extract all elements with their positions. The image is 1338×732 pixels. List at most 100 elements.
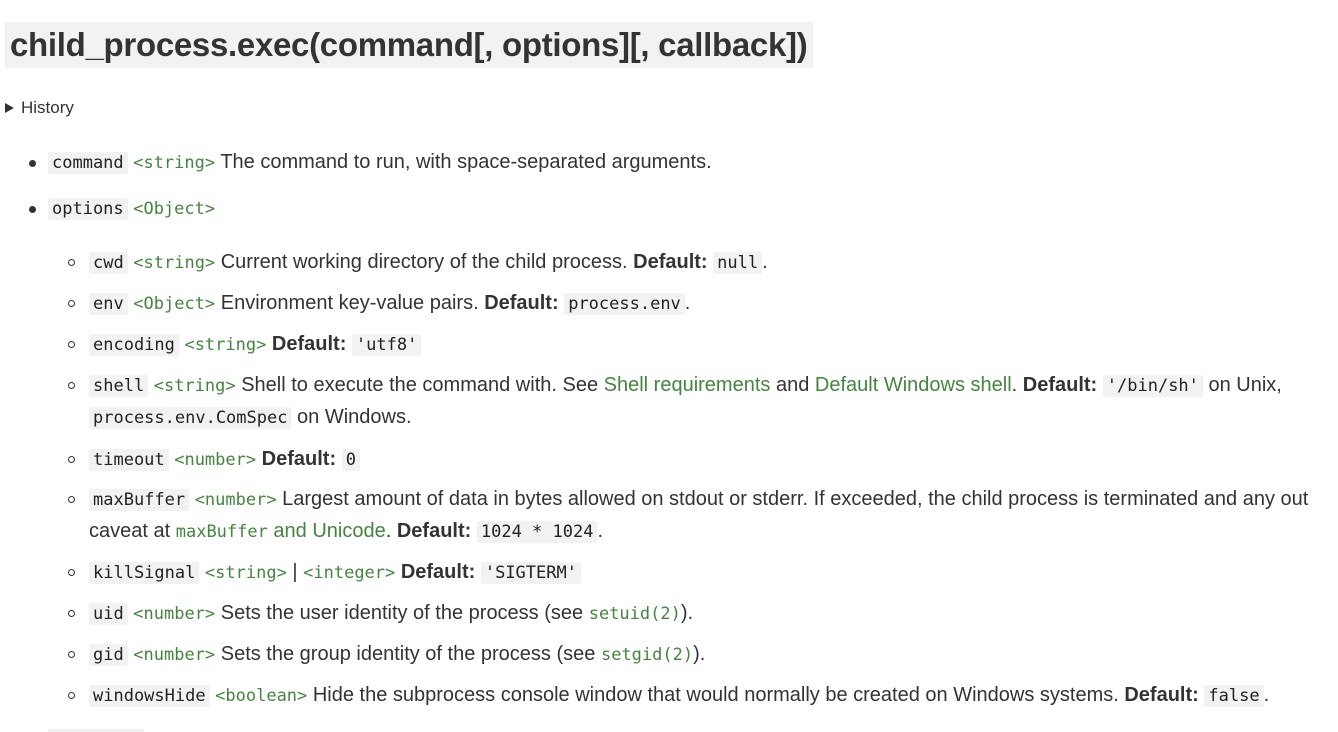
bullet-circle-icon — [68, 341, 75, 348]
param-command: command <string> The command to run, wit… — [48, 149, 712, 176]
default-label: Default: — [633, 251, 708, 273]
option-note: on Windows. — [297, 406, 412, 428]
history-label: History — [21, 98, 74, 117]
link-code: maxBuffer — [175, 522, 268, 542]
option-description: Current working directory of the child p… — [220, 251, 628, 273]
bullet-circle-icon — [68, 456, 75, 463]
maxbuffer-unicode-link[interactable]: maxBuffer and Unicode — [176, 520, 386, 542]
default-value: 'utf8' — [351, 334, 422, 356]
option-note: on Unix, — [1208, 374, 1282, 396]
type-link[interactable]: <number> — [133, 645, 215, 665]
bullet-circle-icon — [68, 259, 75, 266]
bullet-icon — [29, 160, 36, 167]
type-link[interactable]: <string> — [205, 563, 287, 583]
param-name: options — [48, 198, 128, 220]
punctuation: . — [597, 520, 604, 542]
option-gid: gid <number> Sets the group identity of … — [89, 641, 705, 668]
punctuation: ). — [680, 602, 694, 624]
conjunction-text: and — [775, 374, 810, 396]
option-uid: uid <number> Sets the user identity of t… — [89, 600, 693, 627]
param-description: The command to run, with space-separated… — [220, 151, 712, 173]
shell-requirements-link[interactable]: Shell requirements — [604, 374, 771, 396]
type-link[interactable]: <number> — [174, 450, 256, 470]
option-description: Shell to execute the command with. See — [241, 374, 599, 396]
option-encoding: encoding <string> Default: 'utf8' — [89, 331, 422, 358]
default-label: Default: — [271, 333, 347, 355]
default-value: null — [713, 252, 763, 274]
bullet-circle-icon — [68, 569, 75, 576]
type-link[interactable]: <string> — [133, 253, 215, 273]
default-value: '/bin/sh' — [1102, 375, 1203, 397]
type-link[interactable]: <Object> — [133, 199, 215, 219]
punctuation: . — [385, 520, 392, 542]
punctuation: . — [684, 292, 691, 314]
type-link[interactable]: <boolean> — [215, 686, 307, 706]
punctuation: ). — [693, 643, 706, 665]
setgid-link[interactable]: setgid(2) — [601, 645, 693, 665]
option-name: uid — [89, 603, 128, 625]
bullet-circle-icon — [68, 382, 75, 389]
option-windowshide: windowsHide <boolean> Hide the subproces… — [89, 682, 1269, 709]
option-shell: shell <string> Shell to execute the comm… — [89, 372, 1282, 399]
option-name: gid — [89, 644, 128, 666]
option-timeout: timeout <number> Default: 0 — [89, 446, 360, 473]
punctuation: . — [762, 251, 768, 273]
default-windows-shell-link[interactable]: Default Windows shell — [815, 374, 1012, 396]
default-label: Default: — [261, 448, 337, 470]
option-note: caveat at — [89, 520, 171, 542]
option-maxbuffer-continuation: caveat at maxBuffer and Unicode. Default… — [89, 518, 603, 545]
option-description: Hide the subprocess console window that … — [312, 684, 1119, 706]
type-link[interactable]: <integer> — [303, 563, 395, 583]
option-description: Sets the user identity of the process (s… — [220, 602, 584, 624]
history-toggle[interactable]: History — [5, 97, 74, 119]
type-separator: | — [292, 561, 298, 583]
punctuation: . — [1011, 374, 1018, 396]
option-maxbuffer: maxBuffer <number> Largest amount of dat… — [89, 486, 1308, 513]
option-name: encoding — [89, 334, 179, 356]
bullet-circle-icon — [68, 692, 75, 699]
option-shell-continuation: process.env.ComSpec on Windows. — [89, 404, 412, 431]
bullet-circle-icon — [68, 610, 75, 617]
option-name: killSignal — [89, 562, 200, 584]
option-env: env <Object> Environment key-value pairs… — [89, 290, 690, 317]
option-cwd: cwd <string> Current working directory o… — [89, 249, 768, 276]
bullet-circle-icon — [68, 651, 75, 658]
default-value: process.env — [564, 293, 685, 315]
option-name: shell — [89, 375, 149, 397]
type-link[interactable]: <string> — [133, 153, 215, 173]
type-link[interactable]: <number> — [133, 604, 215, 624]
param-options: options <Object> — [48, 195, 215, 222]
default-value-windows: process.env.ComSpec — [89, 407, 292, 429]
bullet-circle-icon — [68, 496, 75, 503]
type-link[interactable]: <number> — [195, 490, 277, 510]
default-value: false — [1204, 685, 1264, 707]
page-title: child_process.exec(command[, options][, … — [5, 22, 814, 68]
punctuation: . — [1263, 684, 1270, 706]
bullet-icon — [29, 206, 36, 213]
setuid-link[interactable]: setuid(2) — [589, 604, 681, 624]
option-description: Sets the group identity of the process (… — [220, 643, 596, 665]
option-name: env — [89, 293, 128, 315]
option-description: Largest amount of data in bytes allowed … — [282, 488, 1309, 510]
default-label: Default: — [1022, 374, 1098, 396]
type-link[interactable]: <Object> — [133, 294, 215, 314]
default-value: 'SIGTERM' — [480, 562, 581, 584]
default-value: 0 — [341, 449, 360, 471]
option-name: timeout — [89, 449, 169, 471]
link-text: and Unicode — [273, 520, 386, 542]
default-label: Default: — [484, 292, 559, 314]
bullet-circle-icon — [68, 300, 75, 307]
option-name: cwd — [89, 252, 128, 274]
option-killsignal: killSignal <string> | <integer> Default:… — [89, 559, 581, 586]
type-link[interactable]: <string> — [184, 335, 266, 355]
disclosure-triangle-icon — [5, 103, 14, 113]
default-label: Default: — [400, 561, 476, 583]
default-label: Default: — [1124, 684, 1199, 706]
option-name: maxBuffer — [89, 489, 190, 511]
default-label: Default: — [396, 520, 472, 542]
default-value: 1024 * 1024 — [476, 521, 598, 543]
type-link[interactable]: <string> — [154, 376, 236, 396]
param-name: command — [48, 152, 128, 174]
option-description: Environment key-value pairs. — [220, 292, 479, 314]
option-name: windowsHide — [89, 685, 210, 707]
